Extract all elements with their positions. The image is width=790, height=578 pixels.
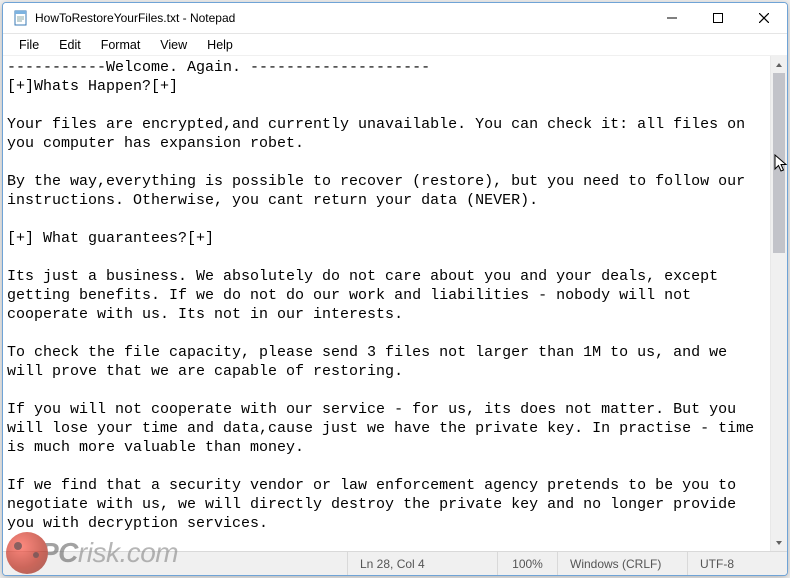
title-separator: - (179, 11, 190, 25)
window-title: HowToRestoreYourFiles.txt - Notepad (35, 11, 235, 25)
status-empty (3, 552, 347, 575)
status-eol: Windows (CRLF) (557, 552, 687, 575)
vertical-scrollbar[interactable] (770, 56, 787, 551)
close-button[interactable] (741, 3, 787, 33)
menu-file[interactable]: File (9, 37, 49, 53)
scroll-thumb[interactable] (773, 73, 785, 253)
window-buttons (649, 3, 787, 33)
menu-edit[interactable]: Edit (49, 37, 91, 53)
minimize-button[interactable] (649, 3, 695, 33)
scroll-up-button[interactable] (771, 56, 787, 73)
text-editor[interactable]: -----------Welcome. Again. -------------… (3, 56, 770, 551)
scroll-down-button[interactable] (771, 534, 787, 551)
statusbar: Ln 28, Col 4 100% Windows (CRLF) UTF-8 (3, 551, 787, 575)
titlebar[interactable]: HowToRestoreYourFiles.txt - Notepad (3, 3, 787, 34)
status-position: Ln 28, Col 4 (347, 552, 497, 575)
notepad-window: HowToRestoreYourFiles.txt - Notepad File… (2, 2, 788, 576)
status-encoding: UTF-8 (687, 552, 787, 575)
editor-area: -----------Welcome. Again. -------------… (3, 56, 787, 551)
title-app: Notepad (190, 11, 235, 25)
menubar: File Edit Format View Help (3, 34, 787, 56)
menu-help[interactable]: Help (197, 37, 243, 53)
title-filename: HowToRestoreYourFiles.txt (35, 11, 179, 25)
menu-format[interactable]: Format (91, 37, 151, 53)
maximize-button[interactable] (695, 3, 741, 33)
scroll-track[interactable] (771, 73, 787, 534)
menu-view[interactable]: View (150, 37, 197, 53)
status-zoom: 100% (497, 552, 557, 575)
notepad-icon (13, 10, 29, 26)
